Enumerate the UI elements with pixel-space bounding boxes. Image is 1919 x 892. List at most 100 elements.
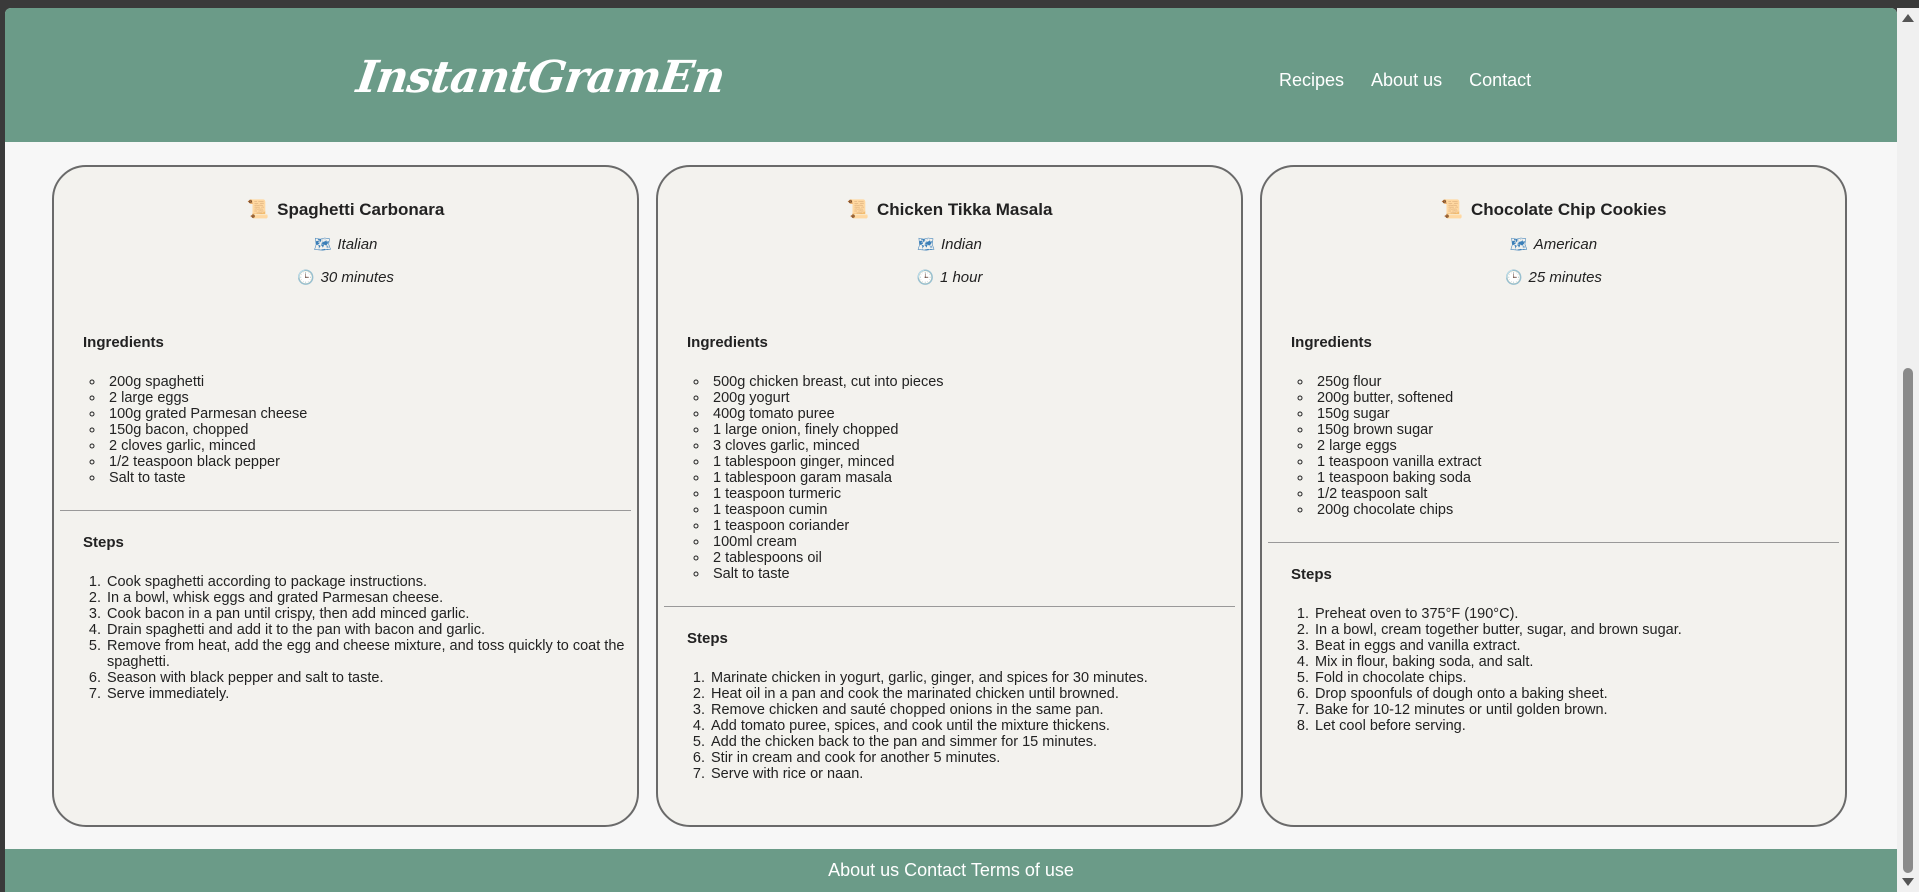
- step-item: Season with black pepper and salt to tas…: [105, 670, 629, 686]
- ingredients-list: 250g flour200g butter, softened150g suga…: [1313, 374, 1845, 518]
- ingredient-item: 1 teaspoon turmeric: [709, 486, 1241, 502]
- ingredients-list: 200g spaghetti2 large eggs100g grated Pa…: [105, 374, 637, 486]
- nav-link-about-us[interactable]: About us: [1371, 70, 1442, 91]
- step-item: Cook spaghetti according to package inst…: [105, 574, 629, 590]
- footer-link-terms[interactable]: Terms of use: [971, 860, 1074, 880]
- recipe-card-list: 📜 Spaghetti Carbonara 🗺 Italian 🕒 30 minutes I…: [52, 165, 1847, 827]
- recipe-cuisine-text: Italian: [337, 236, 378, 253]
- recipe-title-text: Chocolate Chip Cookies: [1470, 199, 1667, 219]
- recipe-cuisine-text: Indian: [940, 236, 982, 253]
- ingredient-item: 1 teaspoon baking soda: [1313, 470, 1845, 486]
- ingredient-item: 200g butter, softened: [1313, 390, 1845, 406]
- step-item: Drain spaghetti and add it to the pan wi…: [105, 622, 629, 638]
- ingredient-item: 100g grated Parmesan cheese: [105, 406, 637, 422]
- site-header: InstantGramEn Recipes About us Contact: [5, 8, 1897, 142]
- step-item: Beat in eggs and vanilla extract.: [1313, 638, 1837, 654]
- ingredient-item: Salt to taste: [709, 566, 1241, 582]
- recipe-card: 📜 Chicken Tikka Masala 🗺 Indian 🕒 1 hour Ingre…: [656, 165, 1243, 827]
- recipe-cuisine-text: American: [1533, 236, 1598, 253]
- step-item: Marinate chicken in yogurt, garlic, ging…: [709, 670, 1233, 686]
- ingredient-item: 200g chocolate chips: [1313, 502, 1845, 518]
- clock-icon: 🕒: [1505, 269, 1523, 285]
- recipe-title-text: Spaghetti Carbonara: [277, 199, 445, 219]
- ingredient-item: 2 tablespoons oil: [709, 550, 1241, 566]
- map-icon: 🗺: [313, 236, 332, 252]
- steps-list: Marinate chicken in yogurt, garlic, ging…: [709, 670, 1233, 782]
- section-divider: [60, 510, 631, 511]
- browser-viewport: InstantGramEn Recipes About us Contact 📜…: [5, 8, 1897, 892]
- ingredient-item: 1/2 teaspoon salt: [1313, 486, 1845, 502]
- footer-link-about-us[interactable]: About us: [828, 860, 899, 880]
- scroll-icon: 📜: [246, 199, 270, 219]
- section-divider: [664, 606, 1235, 607]
- recipe-time: 🕒 25 minutes: [1262, 269, 1845, 286]
- step-item: Drop spoonfuls of dough onto a baking sh…: [1313, 686, 1837, 702]
- recipe-cuisine: 🗺 American: [1262, 236, 1845, 253]
- ingredient-item: 1 teaspoon cumin: [709, 502, 1241, 518]
- ingredient-item: 150g sugar: [1313, 406, 1845, 422]
- recipe-time-text: 30 minutes: [320, 269, 394, 286]
- main-nav: Recipes About us Contact: [1279, 70, 1531, 91]
- clock-icon: 🕒: [297, 269, 315, 285]
- section-divider: [1268, 542, 1839, 543]
- map-icon: 🗺: [1509, 236, 1528, 252]
- step-item: Preheat oven to 375°F (190°C).: [1313, 606, 1837, 622]
- scroll-down-arrow-icon[interactable]: [1902, 878, 1914, 886]
- footer-link-contact[interactable]: Contact: [904, 860, 966, 880]
- ingredient-item: 2 large eggs: [105, 390, 637, 406]
- ingredient-item: 2 large eggs: [1313, 438, 1845, 454]
- ingredient-item: 200g yogurt: [709, 390, 1241, 406]
- scroll-up-arrow-icon[interactable]: [1902, 14, 1914, 22]
- steps-list: Cook spaghetti according to package inst…: [105, 574, 629, 702]
- ingredient-item: Salt to taste: [105, 470, 637, 486]
- ingredients-list: 500g chicken breast, cut into pieces200g…: [709, 374, 1241, 582]
- recipe-title: 📜 Chicken Tikka Masala: [658, 199, 1241, 220]
- step-item: Let cool before serving.: [1313, 718, 1837, 734]
- step-item: Add tomato puree, spices, and cook until…: [709, 718, 1233, 734]
- ingredients-heading: Ingredients: [687, 334, 768, 351]
- step-item: Remove chicken and sauté chopped onions …: [709, 702, 1233, 718]
- nav-link-contact[interactable]: Contact: [1469, 70, 1531, 91]
- ingredient-item: 1 tablespoon garam masala: [709, 470, 1241, 486]
- site-logo[interactable]: InstantGramEn: [353, 52, 727, 103]
- ingredient-item: 250g flour: [1313, 374, 1845, 390]
- recipe-title-text: Chicken Tikka Masala: [876, 199, 1053, 219]
- recipe-cuisine: 🗺 Italian: [54, 236, 637, 253]
- ingredients-heading: Ingredients: [1291, 334, 1372, 351]
- nav-link-recipes[interactable]: Recipes: [1279, 70, 1344, 91]
- recipe-cuisine: 🗺 Indian: [658, 236, 1241, 253]
- ingredient-item: 400g tomato puree: [709, 406, 1241, 422]
- ingredient-item: 3 cloves garlic, minced: [709, 438, 1241, 454]
- recipe-time: 🕒 30 minutes: [54, 269, 637, 286]
- site-footer: About us Contact Terms of use: [5, 849, 1897, 892]
- step-item: In a bowl, cream together butter, sugar,…: [1313, 622, 1837, 638]
- recipe-card: 📜 Spaghetti Carbonara 🗺 Italian 🕒 30 minutes I…: [52, 165, 639, 827]
- recipe-card: 📜 Chocolate Chip Cookies 🗺 American 🕒 25 minu…: [1260, 165, 1847, 827]
- ingredient-item: 100ml cream: [709, 534, 1241, 550]
- step-item: Mix in flour, baking soda, and salt.: [1313, 654, 1837, 670]
- step-item: Bake for 10-12 minutes or until golden b…: [1313, 702, 1837, 718]
- steps-heading: Steps: [687, 630, 728, 647]
- step-item: Serve with rice or naan.: [709, 766, 1233, 782]
- ingredient-item: 150g bacon, chopped: [105, 422, 637, 438]
- steps-list: Preheat oven to 375°F (190°C).In a bowl,…: [1313, 606, 1837, 734]
- scroll-icon: 📜: [1440, 199, 1463, 219]
- map-icon: 🗺: [917, 236, 935, 252]
- ingredient-item: 2 cloves garlic, minced: [105, 438, 637, 454]
- recipe-title: 📜 Spaghetti Carbonara: [54, 199, 637, 220]
- ingredient-item: 1/2 teaspoon black pepper: [105, 454, 637, 470]
- step-item: Add the chicken back to the pan and simm…: [709, 734, 1233, 750]
- recipe-time-text: 1 hour: [939, 269, 983, 286]
- vertical-scrollbar[interactable]: [1897, 8, 1919, 892]
- step-item: Fold in chocolate chips.: [1313, 670, 1837, 686]
- scroll-icon: 📜: [846, 199, 869, 219]
- ingredient-item: 1 teaspoon coriander: [709, 518, 1241, 534]
- step-item: Stir in cream and cook for another 5 min…: [709, 750, 1233, 766]
- ingredients-heading: Ingredients: [83, 334, 164, 351]
- recipe-title: 📜 Chocolate Chip Cookies: [1262, 199, 1845, 220]
- step-item: Remove from heat, add the egg and cheese…: [105, 638, 629, 670]
- steps-heading: Steps: [1291, 566, 1332, 583]
- recipe-time: 🕒 1 hour: [658, 269, 1241, 286]
- step-item: Cook bacon in a pan until crispy, then a…: [105, 606, 629, 622]
- scrollbar-thumb[interactable]: [1903, 368, 1913, 873]
